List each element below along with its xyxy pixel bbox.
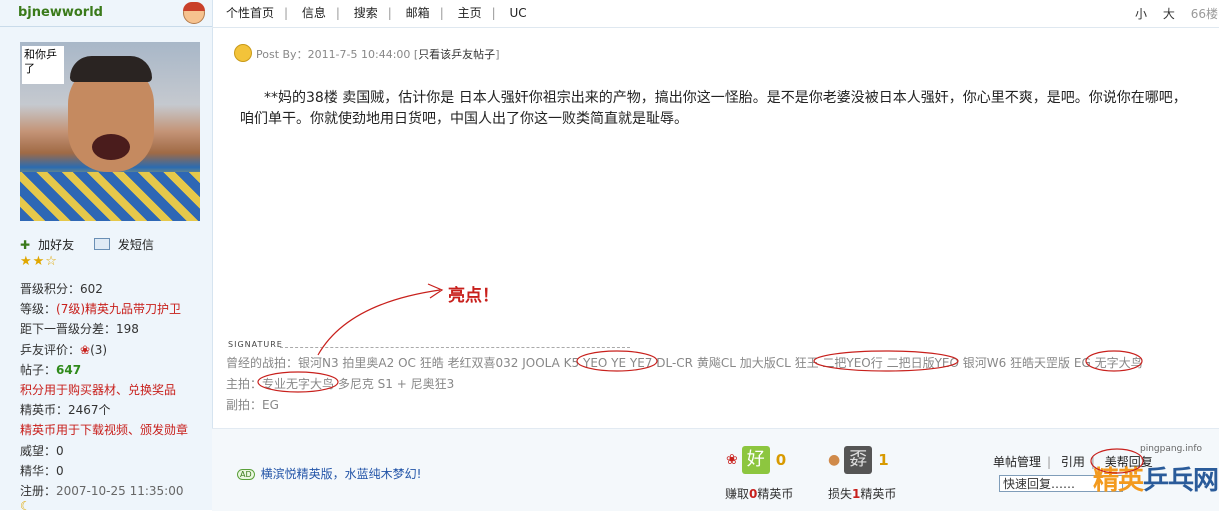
nav-home[interactable]: 个性首页 — [226, 6, 274, 20]
username[interactable]: bjnewworld — [18, 5, 103, 20]
mail-icon — [93, 238, 110, 250]
good-earned-text: 赚取0精英币 — [725, 487, 794, 501]
top-nav: 个性首页 | 信息 | 搜索 | 邮箱 | 主页 | UC — [226, 6, 527, 20]
annotation-arrowhead — [427, 283, 444, 299]
bad-count: 1 — [878, 451, 889, 469]
only-this-user-link[interactable]: 只看该乒友帖子 — [418, 48, 495, 61]
user-stats: 晋级积分：602 等级：(7级)精英九品带刀护卫 距下一晋级分差：198 乒友评… — [20, 279, 188, 501]
stat-rating: 乒友评价：❀(3) — [20, 342, 108, 357]
stat-next-level: 距下一晋级分差：198 — [20, 322, 139, 337]
bad-icon[interactable]: 孬 — [844, 446, 873, 474]
floor-number: 66楼 — [1190, 7, 1218, 21]
avatar-caption: 和你乒了 — [22, 46, 64, 84]
stat-registered: 注册：2007-10-25 11:35:00 — [20, 484, 184, 499]
good-rating[interactable]: ❀ 好 0 — [726, 446, 786, 474]
post-meta: Post By：2011-7-5 10:44:00 [只看该乒友帖子] — [234, 44, 499, 62]
stat-points: 晋级积分：602 — [20, 282, 103, 296]
ad-link[interactable]: AD 横滨悦精英版，水蓝纯木梦幻! — [237, 465, 421, 482]
nav-divider — [212, 27, 1219, 28]
nav-search[interactable]: 搜索 — [354, 6, 378, 20]
add-friend-button[interactable]: ✚ 加好友 — [20, 238, 82, 252]
nav-homepage[interactable]: 主页 — [458, 6, 482, 20]
stat-posts: 帖子：647 — [20, 362, 82, 377]
rank-stars: ★★☆ — [20, 254, 58, 269]
pig-icon: ● — [828, 452, 841, 468]
font-size-controls: 小 大 66楼 — [1135, 5, 1218, 22]
annotation-arrow — [317, 289, 441, 356]
points-note: 积分用于购买器材、兑换奖品 — [20, 383, 177, 398]
good-icon[interactable]: 好 — [741, 446, 770, 474]
bad-rating[interactable]: ● 孬 1 — [828, 446, 889, 474]
nav-mailbox[interactable]: 邮箱 — [406, 6, 430, 20]
user-face-icon — [183, 2, 205, 24]
font-small-button[interactable]: 小 — [1135, 7, 1147, 21]
send-message-button[interactable]: 发短信 — [93, 238, 162, 252]
watermark-logo: 精英乒乓网 — [1093, 466, 1219, 496]
user-actions: ✚ 加好友 发短信 — [20, 236, 170, 253]
signature-label: SIGNATURE — [228, 340, 283, 349]
stat-essence: 精华：0 — [20, 463, 64, 478]
quote-link[interactable]: 引用 — [1061, 455, 1085, 469]
user-sidebar: bjnewworld 和你乒了 ✚ 加好友 发短信 ★★☆ 晋级积分：602 等级… — [0, 0, 213, 513]
stat-coins: 精英币：2467个 — [20, 403, 111, 418]
signature-divider — [280, 347, 630, 348]
signature-line: 曾经的战拍：银河N3 拍里奥A2 OC 狂皓 老红双喜032 JOOLA K5 … — [226, 356, 1143, 370]
post-body: **妈的38楼 卖国贼，估计你是 日本人强奸你祖宗出来的产物，搞出你这一怪胎。是… — [240, 90, 1187, 127]
nav-info[interactable]: 信息 — [302, 6, 326, 20]
good-count: 0 — [775, 451, 787, 469]
highlight-annotation: 亮点！ — [448, 286, 499, 306]
signature-line: 主拍：专业无字大鸟 多尼克 S1 + 尼奥狂3 — [226, 377, 455, 391]
ad-badge: AD — [237, 469, 255, 480]
stat-level: 等级：(7级)精英九品带刀护卫 — [20, 302, 182, 317]
nav-uc[interactable]: UC — [509, 6, 526, 20]
rose-icon: ❀ — [80, 342, 91, 357]
bad-lost-text: 损失1精英币 — [828, 487, 897, 501]
signature: 曾经的战拍：银河N3 拍里奥A2 OC 狂皓 老红双喜032 JOOLA K5 … — [226, 353, 1143, 416]
coins-note: 精英币用于下载视频、颁发勋章 — [20, 423, 189, 438]
font-large-button[interactable]: 大 — [1163, 7, 1175, 21]
watermark-url: pingpang.info — [1140, 444, 1203, 454]
avatar: 和你乒了 — [20, 42, 200, 221]
stat-prestige: 威望：0 — [20, 443, 64, 458]
moon-icon: ☾ — [20, 499, 31, 513]
smile-icon — [234, 44, 252, 62]
flower-icon: ❀ — [726, 452, 738, 468]
plus-icon: ✚ — [20, 238, 31, 252]
manage-post-link[interactable]: 单帖管理 — [993, 455, 1041, 469]
signature-line: 副拍：EG — [226, 398, 279, 412]
sidebar-divider — [0, 26, 212, 27]
